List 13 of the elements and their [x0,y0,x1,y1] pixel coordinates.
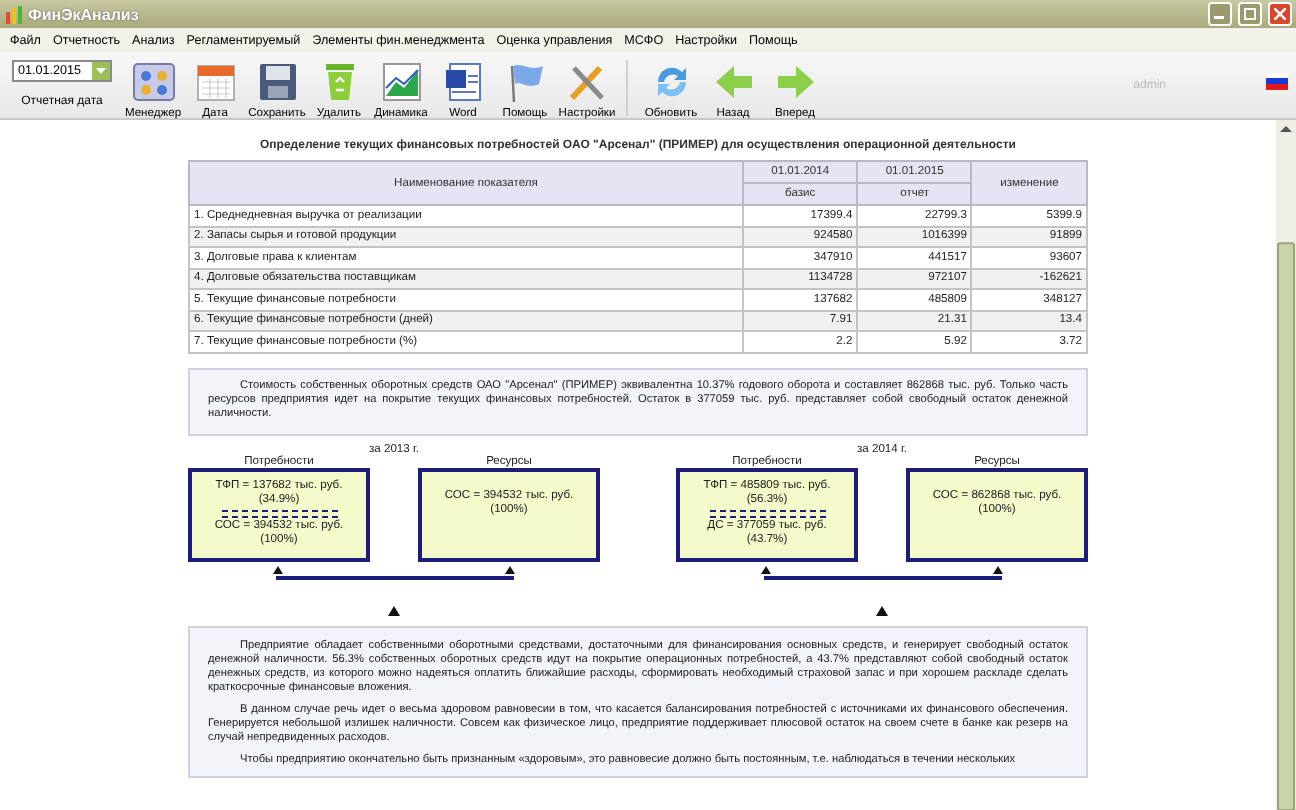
window-title: ФинЭкАнализ [28,5,141,23]
dashboard-icon [129,60,177,104]
dropdown-arrow-icon [92,62,110,80]
app-logo-icon [6,5,22,23]
scrollbar[interactable] [1276,120,1296,810]
minimize-button[interactable] [1208,2,1232,26]
maximize-button[interactable] [1238,2,1262,26]
close-button[interactable] [1268,2,1292,26]
flag-icon [1266,72,1288,90]
chart-icon [377,60,425,104]
maximize-icon [1244,8,1256,20]
calendar-icon [191,60,239,104]
close-icon [1274,8,1286,20]
